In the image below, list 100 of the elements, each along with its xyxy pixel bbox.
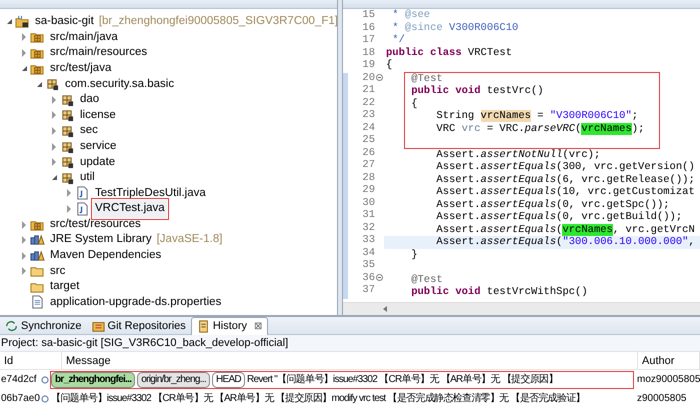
tree-item[interactable]: src/main/java [48, 28, 120, 46]
line-number: 33 [362, 234, 375, 246]
expand-toggle[interactable] [52, 126, 56, 135]
ref-tag: HEAD [212, 372, 245, 388]
code-line: Assert.assertEquals(vrcNames, vrc.getVrcN [435, 224, 695, 236]
expand-toggle[interactable] [22, 236, 26, 244]
expand-toggle[interactable] [67, 204, 71, 213]
commit-message: 【问题单号】issue#3302 【CR单号】无 【AR单号】无 【提交原因】modify vrc test 【是否完成静态检查清零】无 【是否完成验证】 [51, 392, 585, 406]
column-header[interactable]: Id [0, 352, 62, 369]
expand-toggle[interactable] [22, 33, 26, 42]
code-line: VRC vrc = VRC.parseVRC(vrcNames); [435, 122, 644, 135]
fold-icon[interactable] [376, 74, 383, 82]
expand-toggle[interactable] [52, 96, 56, 104]
tree-item[interactable]: VRCTest.java [93, 200, 167, 218]
code-line: Assert.assertEquals(0, vrc.getSpc()); [435, 198, 670, 211]
library-icon [29, 233, 45, 248]
expand-toggle[interactable] [52, 158, 56, 166]
code-line: Assert.assertEquals(0, vrc.getBuild()); [435, 211, 682, 224]
tree-item[interactable]: src/main/resources [48, 44, 150, 62]
line-number: 22 [362, 96, 375, 109]
line-number: 23 [362, 109, 375, 122]
line-number: 32 [362, 222, 375, 234]
commit-id: 06b7ae0 [0, 392, 40, 406]
code-line: @Test [410, 274, 443, 286]
code-line: String vrcNames = "V300R006C10"; [435, 110, 638, 122]
tree-item[interactable]: sa-basic-git [33, 13, 96, 30]
tree-item[interactable]: JRE System Library [48, 231, 154, 249]
line-number: 21 [362, 84, 375, 96]
tree-item[interactable]: license [78, 106, 118, 124]
expand-toggle[interactable] [22, 252, 26, 260]
collapse-toggle[interactable] [36, 82, 42, 87]
expand-toggle[interactable] [52, 142, 56, 151]
code-line: public void testVrc() [410, 85, 544, 98]
commit-author: z90005805 [636, 392, 688, 406]
line-number: 36 [362, 272, 375, 284]
tree-item[interactable]: src/test/resources [48, 216, 143, 234]
tree-item[interactable]: Maven Dependencies [48, 247, 164, 264]
tree-item[interactable]: sec [78, 122, 100, 140]
code-line: { [410, 98, 418, 110]
document-icon [196, 320, 210, 333]
tree-item[interactable]: update [78, 154, 118, 171]
close-icon[interactable]: ⊠ [254, 319, 262, 334]
line-number: 20 [362, 72, 375, 84]
tree-item[interactable]: util [78, 169, 97, 186]
line-number: 16 [362, 22, 375, 34]
line-number: 31 [362, 209, 375, 222]
line-number: 24 [362, 122, 375, 134]
column-header[interactable]: Author [638, 352, 700, 369]
ref-tag: origin/br_zheng... [137, 372, 210, 388]
code-line: * @since V300R006C10 [391, 22, 518, 34]
view-tab[interactable]: History ⊠ [190, 317, 268, 335]
tree-item[interactable]: TestTripleDesUtil.java [93, 184, 208, 202]
scrollbar[interactable] [343, 302, 700, 315]
fold-icon[interactable] [376, 274, 383, 282]
line-number: 26 [362, 146, 375, 159]
code-line: */ [391, 34, 405, 46]
line-number: 35 [362, 259, 375, 272]
line-number: 30 [362, 196, 375, 209]
line-number: 28 [362, 172, 375, 184]
column-header[interactable]: Message [62, 352, 638, 369]
code-line: Assert.assertEquals(6, vrc.getRelease()); [435, 174, 695, 186]
library-icon [29, 248, 45, 263]
code-line: * @see [391, 9, 430, 22]
tree-item[interactable]: dao [78, 91, 102, 108]
line-number: 15 [362, 9, 375, 22]
code-line: @Test [410, 72, 443, 85]
expand-toggle[interactable] [22, 267, 26, 276]
line-number: 37 [362, 284, 375, 296]
line-number: 25 [362, 134, 375, 146]
code-line: } [410, 248, 418, 261]
commit-author: moz90005805 [636, 373, 700, 387]
expand-toggle[interactable] [52, 111, 56, 120]
tree-item[interactable]: application-upgrade-ds.properties [48, 294, 224, 312]
branch-label: [br_zhenghongfei90005805_SIGV3R7C00_F1] [98, 14, 337, 30]
collapse-toggle[interactable] [52, 175, 56, 180]
ref-tag: br_zhenghongfei... [51, 372, 136, 388]
code-line: Assert.assertEquals("300.006.10.000.000", [435, 236, 695, 248]
tree-item[interactable]: target [48, 278, 82, 296]
code-line: public class VRCTest [385, 46, 512, 59]
line-number: 29 [362, 184, 375, 196]
code-line: Assert.assertNotNull(vrc); [435, 148, 600, 161]
tree-item[interactable]: com.security.sa.basic [63, 76, 176, 93]
line-number: 17 [362, 34, 375, 46]
tree-item[interactable]: service [78, 138, 118, 156]
expand-toggle[interactable] [22, 48, 26, 57]
commit-node-icon [41, 394, 49, 402]
tree-item[interactable]: src [48, 262, 68, 280]
commit-id: e74d2cf [0, 373, 38, 387]
code-line: public void testVrcWithSpc() [410, 286, 588, 298]
view-tab[interactable]: Git Repositories [86, 317, 191, 335]
line-number: 27 [362, 159, 375, 172]
line-number: 19 [362, 59, 375, 72]
tree-item[interactable]: src/test/java [48, 60, 114, 78]
repository-icon [92, 320, 105, 332]
commit-node-icon [41, 376, 49, 384]
expand-toggle[interactable] [67, 189, 71, 198]
expand-toggle[interactable] [22, 220, 26, 229]
folder-project-icon [14, 14, 30, 29]
view-tab[interactable]: Synchronize [0, 317, 87, 335]
code-line: Assert.assertEquals(10, vrc.getCustomizat [435, 186, 695, 198]
